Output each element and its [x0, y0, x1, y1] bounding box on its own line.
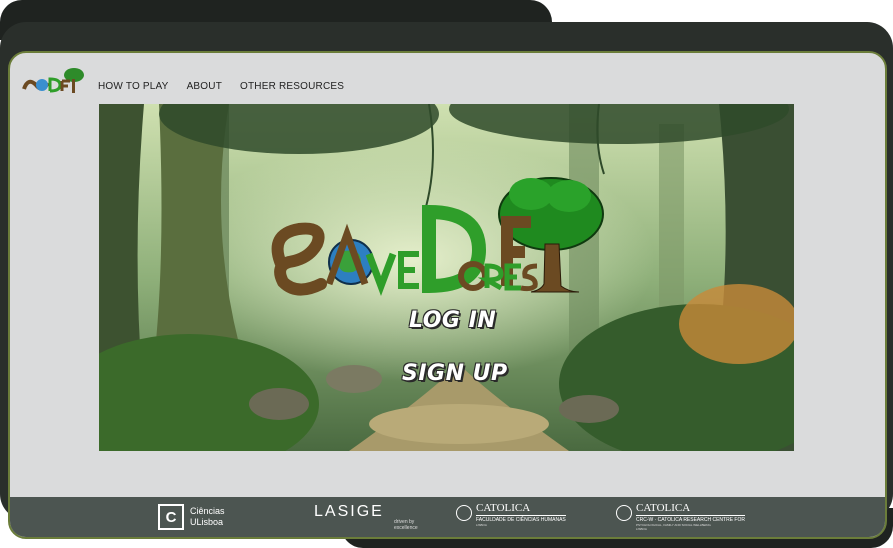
device-frame: HOW TO PLAY ABOUT OTHER RESOURCES LOG IN… [0, 22, 893, 539]
catolica-seal-icon [456, 505, 472, 521]
ciencias-mark: C [158, 504, 184, 530]
catolica1-faculty: FACULDADE DE CIÊNCIAS HUMANAS [476, 515, 566, 523]
nav-about[interactable]: ABOUT [187, 81, 222, 92]
hero-banner: LOG IN SIGN UP [99, 104, 794, 451]
lasige-logo[interactable]: LASIGE driven by excellence [314, 503, 418, 531]
ciencias-ulisboa-logo[interactable]: C Ciências ULisboa [158, 503, 225, 531]
catolica1-name: CATOLICA [476, 502, 531, 514]
catolica2-city: LISBOA [636, 527, 647, 531]
lasige-name: LASIGE [314, 503, 384, 520]
ciencias-line2: ULisboa [190, 517, 224, 527]
lasige-tagline2: excellence [394, 525, 418, 531]
ciencias-line1: Ciências [190, 506, 225, 516]
catolica2-centre: CRC-W · CATOLICA RESEARCH CENTRE FOR [636, 515, 745, 523]
catolica-fch-logo[interactable]: CATOLICA FACULDADE DE CIÊNCIAS HUMANAS L… [456, 503, 566, 531]
main-nav: HOW TO PLAY ABOUT OTHER RESOURCES [98, 81, 344, 92]
screen: HOW TO PLAY ABOUT OTHER RESOURCES LOG IN… [8, 51, 887, 539]
nav-other-resources[interactable]: OTHER RESOURCES [240, 81, 344, 92]
save-d-forest-brand-logo [271, 177, 604, 296]
save-d-forest-logo[interactable] [22, 67, 86, 95]
footer-partners: C Ciências ULisboa LASIGE driven by exce… [10, 497, 885, 537]
login-button[interactable]: LOG IN [409, 308, 496, 333]
header: HOW TO PLAY ABOUT OTHER RESOURCES [10, 53, 885, 105]
catolica1-city: LISBOA [476, 523, 487, 527]
nav-how-to-play[interactable]: HOW TO PLAY [98, 81, 169, 92]
signup-button[interactable]: SIGN UP [402, 361, 508, 386]
catolica-seal-icon [616, 505, 632, 521]
catolica2-name: CATOLICA [636, 502, 691, 514]
catolica-crcw-logo[interactable]: CATOLICA CRC-W · CATOLICA RESEARCH CENTR… [616, 503, 745, 531]
